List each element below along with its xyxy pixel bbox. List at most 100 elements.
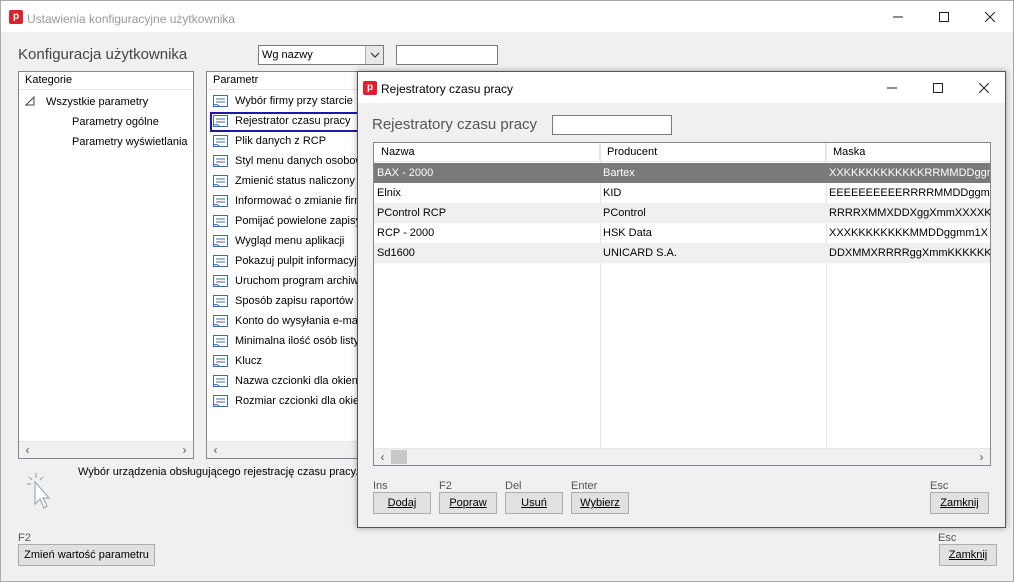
param-label: Rozmiar czcionki dla okien (235, 395, 366, 407)
table-scrollbar[interactable]: ‹ › (374, 448, 990, 465)
search-input[interactable] (396, 45, 498, 65)
sort-select[interactable]: Wg nazwy (258, 45, 384, 65)
param-label: Styl menu danych osobowych (235, 155, 366, 167)
chevron-down-icon[interactable] (365, 46, 383, 64)
param-row[interactable]: Zmienić status naliczony (210, 172, 365, 192)
parameter-icon (212, 374, 230, 389)
parameter-icon (212, 114, 230, 129)
category-all[interactable]: Wszystkie parametry (46, 96, 148, 108)
parameter-description: Wybór urządzenia obsługującego rejestrac… (78, 466, 359, 478)
scroll-left-icon[interactable]: ‹ (19, 442, 36, 458)
param-label: Wybór firmy przy starcie (235, 95, 353, 107)
dialog-close-key-label: Esc (930, 480, 949, 492)
add-button[interactable]: Dodaj (373, 492, 431, 514)
edit-button-label: Popraw (449, 497, 487, 509)
param-row[interactable]: Uruchom program archiwizacji (210, 272, 365, 292)
parameter-icon (212, 334, 230, 349)
add-key-label: Ins (373, 480, 388, 492)
table-row[interactable]: BAX - 2000 Bartex XXKKKKKKKKKKKRRMMDDggmm1 (374, 163, 990, 183)
app-logo-icon: p (9, 10, 23, 24)
parameter-icon (212, 214, 230, 229)
param-row[interactable]: Plik danych z RCP (210, 132, 365, 152)
param-row[interactable]: Pomijać powielone zapisy (210, 212, 365, 232)
column-header-name[interactable]: Nazwa (374, 143, 600, 162)
categories-panel: Kategorie Wszystkie parametry Parametry … (18, 71, 194, 459)
cell-producer: KID (603, 187, 622, 199)
param-row[interactable]: Wybór firmy przy starcie (210, 92, 365, 112)
pointer-cursor-icon (27, 473, 51, 509)
parameter-icon (212, 174, 230, 189)
param-row[interactable]: Informować o zmianie firmy (210, 192, 365, 212)
params-scrollbar[interactable]: ‹ (207, 441, 365, 458)
change-value-button[interactable]: Zmień wartość parametru (18, 544, 155, 566)
param-row[interactable]: Wygląd menu aplikacji (210, 232, 365, 252)
param-label: Pomijać powielone zapisy (235, 215, 361, 227)
parameter-icon (212, 154, 230, 169)
delete-button[interactable]: Usuń (505, 492, 563, 514)
parameter-icon (212, 394, 230, 409)
parameter-icon (212, 354, 230, 369)
dialog-search-input[interactable] (552, 115, 672, 135)
maximize-icon[interactable] (921, 1, 967, 32)
registrars-dialog: p Rejestratory czasu pracy Rejestratory … (357, 71, 1006, 528)
param-row[interactable]: Klucz (210, 352, 365, 372)
scroll-thumb[interactable] (391, 450, 407, 464)
cell-name: PControl RCP (377, 207, 447, 219)
table-row[interactable]: Elnix KID EEEEEEEEEERRRRMMDDggmm12 (374, 183, 990, 203)
param-row[interactable]: Rejestrator czasu pracy (210, 112, 365, 132)
parameter-icon (212, 94, 230, 109)
categories-scrollbar[interactable]: ‹ › (19, 441, 193, 458)
close-icon[interactable] (967, 1, 1013, 32)
dialog-maximize-icon[interactable] (915, 72, 961, 103)
tree-collapse-icon[interactable] (24, 95, 35, 109)
parameter-icon (212, 314, 230, 329)
add-button-label: Dodaj (387, 497, 417, 509)
category-general[interactable]: Parametry ogólne (72, 116, 159, 128)
close-button[interactable]: Zamknij (939, 544, 997, 566)
dialog-close-icon[interactable] (961, 72, 1007, 103)
cell-name: Sd1600 (377, 247, 415, 259)
delete-button-label: Usuń (521, 497, 547, 509)
cell-mask: DDXMMXRRRRggXmmKKKKKKKK (829, 247, 991, 259)
cell-mask: XXKKKKKKKKKKKRRMMDDggmm1 (829, 167, 990, 179)
close-button-label: Zamknij (948, 549, 988, 561)
param-row[interactable]: Sposób zapisu raportów (210, 292, 365, 312)
parameter-icon (212, 274, 230, 289)
parameter-icon (212, 194, 230, 209)
minimize-icon[interactable] (875, 1, 921, 32)
dialog-close-button[interactable]: Zamknij (930, 492, 989, 514)
scroll-right-icon[interactable]: › (973, 449, 990, 465)
dialog-minimize-icon[interactable] (869, 72, 915, 103)
param-row[interactable]: Minimalna ilość osób listy (210, 332, 365, 352)
scroll-left-icon[interactable]: ‹ (207, 442, 224, 458)
categories-header: Kategorie (19, 72, 193, 90)
dialog-title: Rejestratory czasu pracy (381, 82, 514, 96)
cell-producer: HSK Data (603, 227, 652, 239)
edit-button[interactable]: Popraw (439, 492, 497, 514)
select-button[interactable]: Wybierz (571, 492, 629, 514)
edit-key-label: F2 (439, 480, 452, 492)
table-row[interactable]: RCP - 2000 HSK Data XXXKKKKKKKKMMDDggmm1X (374, 223, 990, 243)
close-key-label: Esc (938, 532, 957, 544)
cell-name: Elnix (377, 187, 401, 199)
table-row[interactable]: PControl RCP PControl RRRRXMMXDDXggXmmXXXX… (374, 203, 990, 223)
param-label: Minimalna ilość osób listy (235, 335, 360, 347)
parameter-icon (212, 254, 230, 269)
column-header-producer[interactable]: Producent (600, 143, 826, 162)
param-row[interactable]: Rozmiar czcionki dla okien (210, 392, 366, 412)
table-row[interactable]: Sd1600 UNICARD S.A. DDXMMXRRRRggXmmKKKKKKK… (374, 243, 990, 263)
param-row[interactable]: Pokazuj pulpit informacyjny (210, 252, 365, 272)
param-row[interactable]: Nazwa czcionki dla okien (210, 372, 365, 392)
delete-key-label: Del (505, 480, 522, 492)
parameter-icon (212, 234, 230, 249)
params-panel: Parametr Wybór firmy przy starcie Rejestr… (206, 71, 366, 459)
table-header: Nazwa Producent Maska (374, 143, 990, 162)
scroll-right-icon[interactable]: › (176, 442, 193, 458)
cell-name: BAX - 2000 (377, 167, 434, 179)
param-row[interactable]: Styl menu danych osobowych (210, 152, 366, 172)
scroll-left-icon[interactable]: ‹ (374, 449, 391, 465)
change-key-label: F2 (18, 532, 31, 544)
category-display[interactable]: Parametry wyświetlania (72, 136, 188, 148)
param-row[interactable]: Konto do wysyłania e-mail (210, 312, 365, 332)
column-header-mask[interactable]: Maska (826, 143, 990, 162)
